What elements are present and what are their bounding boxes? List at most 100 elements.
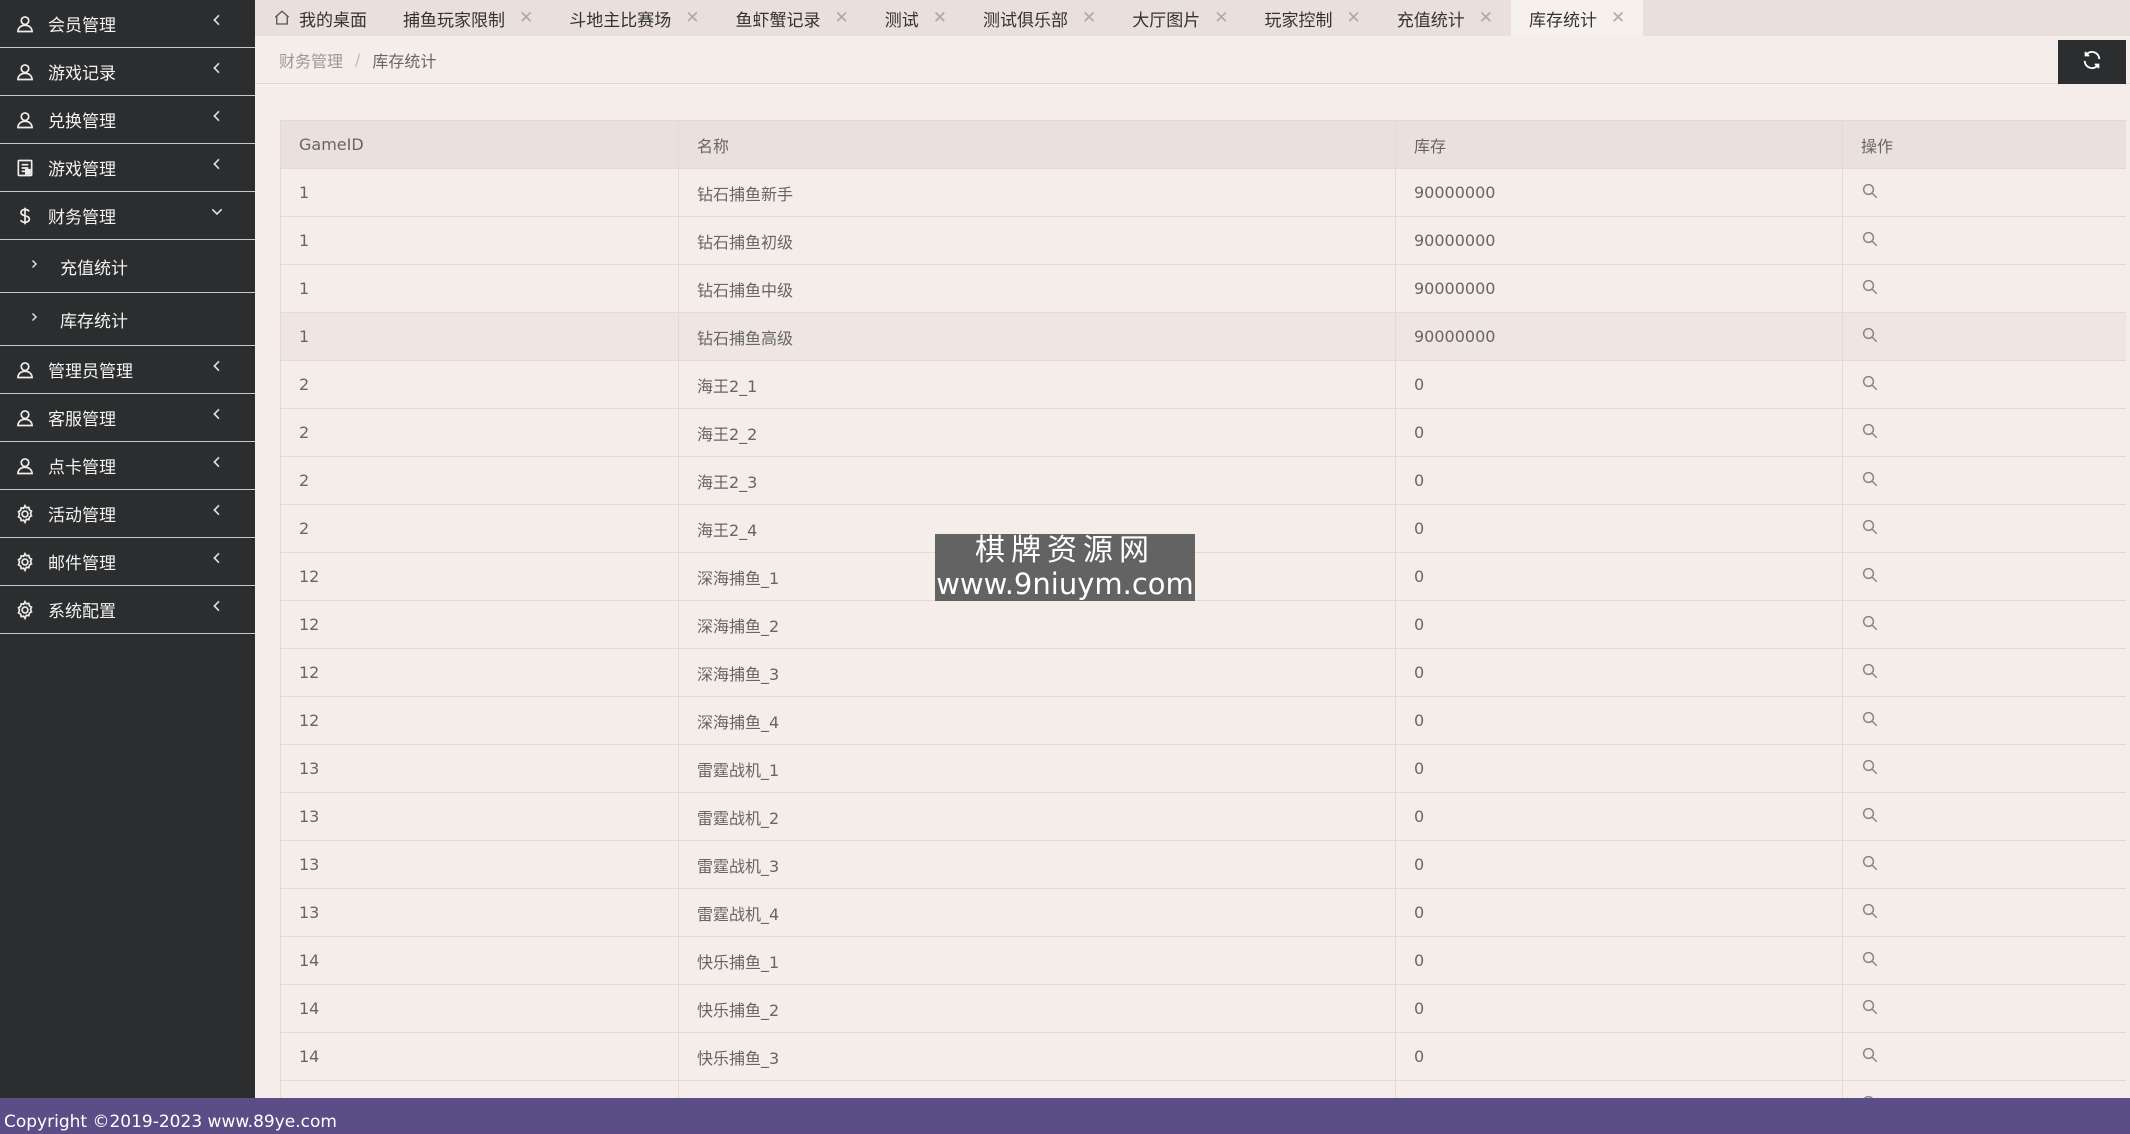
close-icon[interactable]: ✕ [933,8,947,28]
tab-label: 玩家控制 [1264,10,1333,31]
tab-3[interactable]: 鱼虾蟹记录 ✕ [718,0,867,36]
tab-5[interactable]: 测试俱乐部 ✕ [965,0,1114,36]
user-icon [14,407,36,429]
search-icon[interactable] [1861,470,1879,488]
tab-4[interactable]: 测试 ✕ [867,0,965,36]
chevron-right-icon [28,258,40,274]
table-header-row: GameID 名称 库存 操作 [280,120,2126,169]
cell-gameid: 12 [280,552,679,601]
tab-8[interactable]: 充值统计 ✕ [1379,0,1511,36]
table-row: 13 雷霆战机_1 0 [280,744,2126,793]
tab-label: 测试 [884,10,919,31]
search-icon[interactable] [1861,182,1879,200]
tab-2[interactable]: 斗地主比赛场 ✕ [551,0,717,36]
table-row: 13 雷霆战机_3 0 [280,840,2126,889]
close-icon[interactable]: ✕ [1479,8,1493,28]
document-icon [14,157,36,179]
tab-0[interactable]: 我的桌面 [255,0,385,36]
sidebar-item-2[interactable]: 兑换管理 [0,96,255,144]
cell-gameid: 2 [280,408,679,457]
table-row: 12 深海捕鱼_3 0 [280,648,2126,697]
sidebar-item-8[interactable]: 活动管理 [0,490,255,538]
search-icon[interactable] [1861,566,1879,584]
cell-action [1842,984,2126,1033]
search-icon[interactable] [1861,518,1879,536]
sidebar-item-1[interactable]: 游戏记录 [0,48,255,96]
chevron-left-icon [209,406,225,427]
sidebar-item-label: 兑换管理 [48,112,116,132]
sidebar-subitem-1[interactable]: 库存统计 [0,293,255,346]
search-icon[interactable] [1861,614,1879,632]
sidebar-item-4[interactable]: 财务管理 [0,192,255,240]
cell-action [1842,168,2126,217]
sidebar-item-3[interactable]: 游戏管理 [0,144,255,192]
search-icon[interactable] [1861,662,1879,680]
search-icon[interactable] [1861,1046,1879,1064]
search-icon[interactable] [1861,758,1879,776]
search-icon[interactable] [1861,902,1879,920]
sidebar-subitem-0[interactable]: 充值统计 [0,240,255,293]
search-icon[interactable] [1861,806,1879,824]
search-icon[interactable] [1861,854,1879,872]
search-icon[interactable] [1861,230,1879,248]
tab-label: 鱼虾蟹记录 [735,10,821,31]
cell-name: 海王2_2 [678,408,1396,457]
chevron-left-icon [209,108,225,129]
breadcrumb-parent[interactable]: 财务管理 [279,48,343,72]
footer: Copyright ©2019-2023 www.89ye.com [0,1098,2130,1134]
gear-icon [14,599,36,621]
tab-label: 我的桌面 [299,10,367,31]
chevron-left-icon [209,502,225,523]
close-icon[interactable]: ✕ [1611,8,1625,28]
close-icon[interactable]: ✕ [835,8,849,28]
header-gameid: GameID [280,120,679,169]
sidebar-item-6[interactable]: 客服管理 [0,394,255,442]
sidebar-item-7[interactable]: 点卡管理 [0,442,255,490]
chevron-left-icon [209,454,225,475]
close-icon[interactable]: ✕ [519,8,533,28]
cell-name: 快乐捕鱼_1 [678,936,1396,985]
tab-label: 大厅图片 [1132,10,1201,31]
refresh-button[interactable] [2058,40,2126,84]
sidebar-item-label: 点卡管理 [48,458,116,478]
search-icon[interactable] [1861,950,1879,968]
tab-6[interactable]: 大厅图片 ✕ [1114,0,1246,36]
cell-action [1842,936,2126,985]
search-icon[interactable] [1861,710,1879,728]
sidebar-item-10[interactable]: 系统配置 [0,586,255,634]
cell-stock: 0 [1395,408,1843,457]
inventory-table-container[interactable]: GameID 名称 库存 操作 1 钻石捕鱼新手 90000000 1 钻石捕鱼初级 90… [280,120,2126,1098]
tab-9[interactable]: 库存统计 ✕ [1511,0,1644,36]
cell-gameid: 14 [280,1032,679,1081]
close-icon[interactable]: ✕ [1214,8,1228,28]
search-icon[interactable] [1861,278,1879,296]
search-icon[interactable] [1861,422,1879,440]
sidebar-subitem-label: 充值统计 [60,258,128,279]
tab-1[interactable]: 捕鱼玩家限制 ✕ [385,0,551,36]
user-icon [14,455,36,477]
breadcrumb: 财务管理 / 库存统计 [255,36,2130,84]
search-icon[interactable] [1861,998,1879,1016]
tab-7[interactable]: 玩家控制 ✕ [1247,0,1379,36]
sidebar-item-9[interactable]: 邮件管理 [0,538,255,586]
sidebar-item-label: 游戏管理 [48,160,116,180]
sidebar-subitem-label: 库存统计 [60,311,128,332]
close-icon[interactable]: ✕ [685,8,699,28]
cell-action [1842,552,2126,601]
search-icon[interactable] [1861,374,1879,392]
header-action: 操作 [1842,120,2126,169]
cell-action [1842,792,2126,841]
search-icon[interactable] [1861,326,1879,344]
cell-name: 钻石捕鱼初级 [678,216,1396,265]
table-row: 1 钻石捕鱼高级 90000000 [280,312,2126,361]
close-icon[interactable]: ✕ [1082,8,1096,28]
chevron-left-icon [209,156,225,177]
cell-stock: 0 [1395,744,1843,793]
sidebar-item-0[interactable]: 会员管理 [0,0,255,48]
close-icon[interactable]: ✕ [1347,8,1361,28]
sidebar-item-5[interactable]: 管理员管理 [0,346,255,394]
cell-action [1842,600,2126,649]
chevron-left-icon [209,60,225,81]
cell-gameid: 13 [280,840,679,889]
cell-stock: 0 [1395,600,1843,649]
